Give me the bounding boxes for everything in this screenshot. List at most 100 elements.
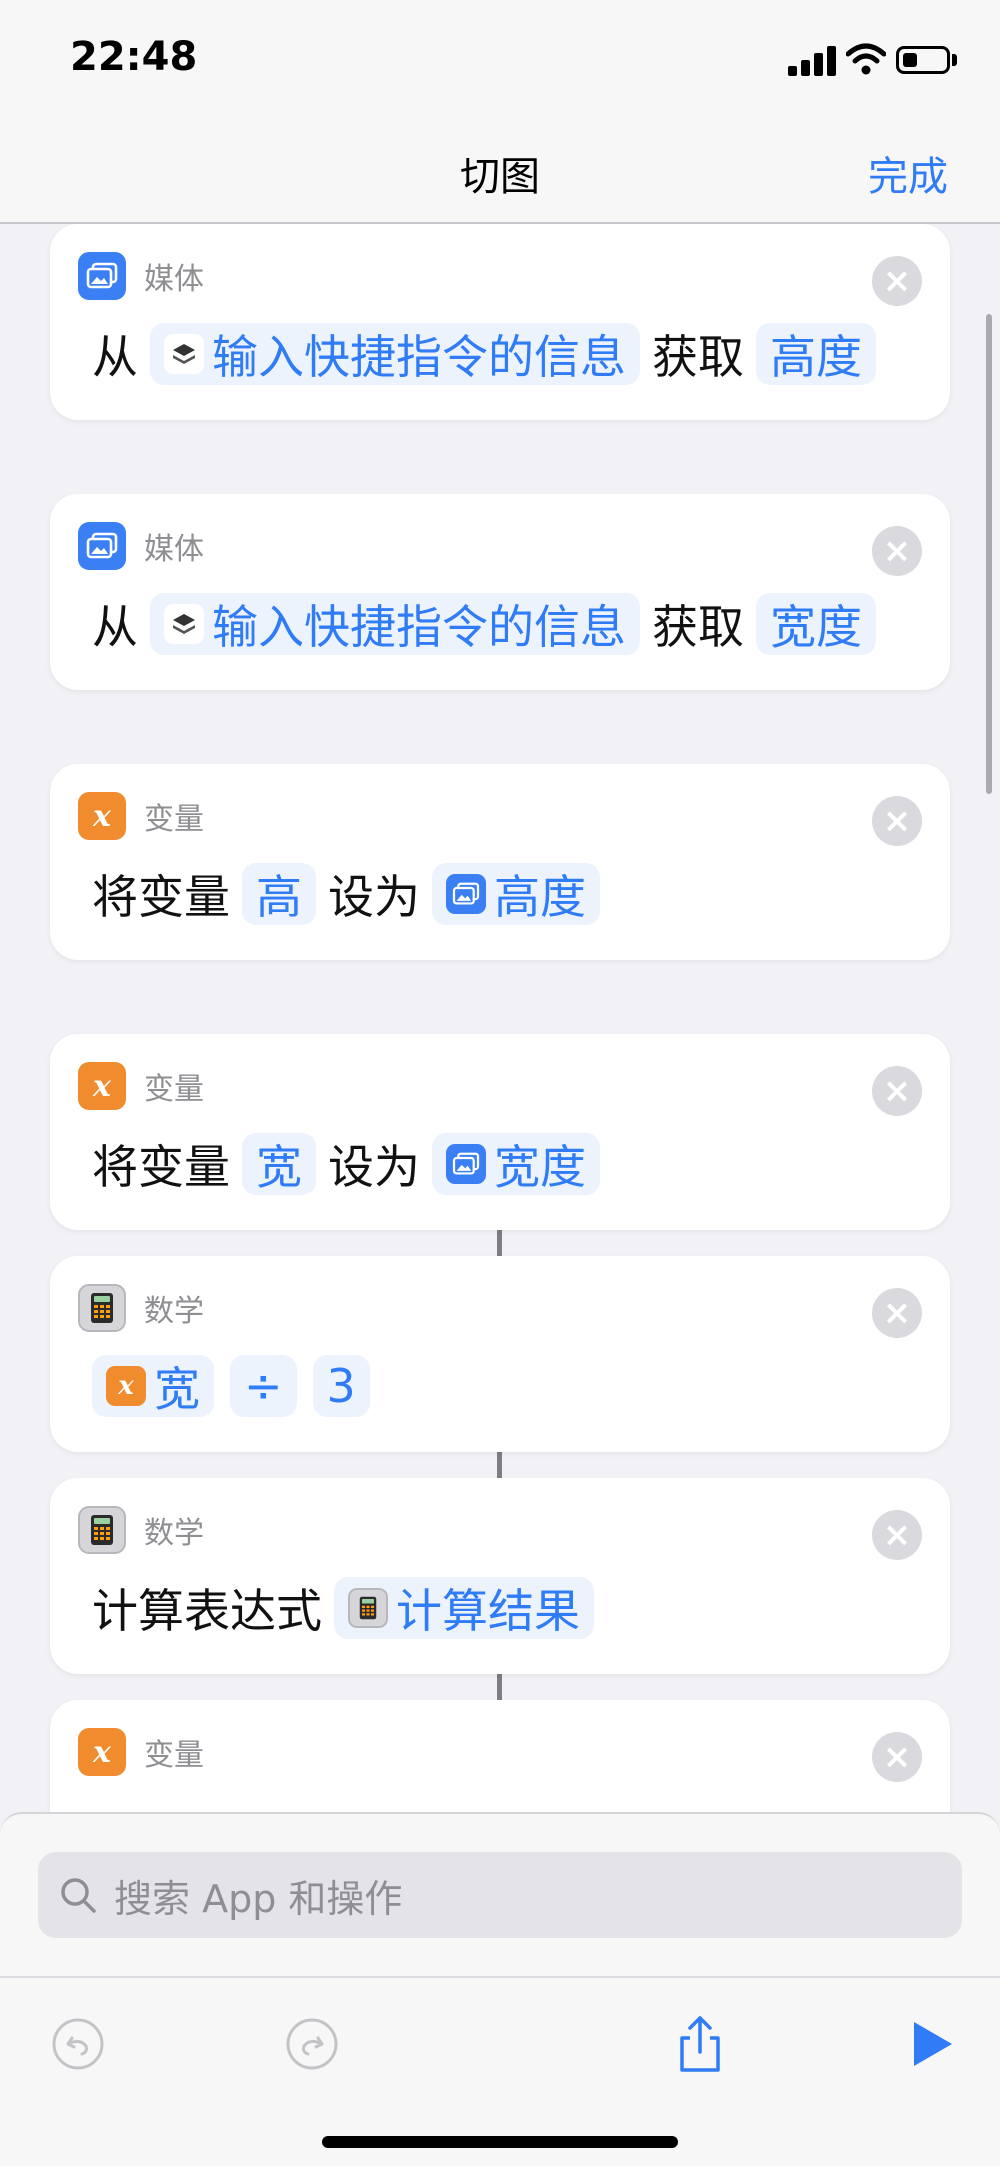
token-label: 宽	[154, 1362, 200, 1416]
variable-x-icon: x	[106, 1366, 146, 1406]
scrollbar[interactable]	[986, 314, 992, 794]
token-label: 计算结果	[396, 1584, 580, 1638]
card-header: 数学	[78, 1284, 204, 1332]
card-header: x 变量	[78, 1062, 204, 1110]
cellular-signal-icon	[788, 46, 836, 76]
close-icon[interactable]: ×	[872, 1732, 922, 1782]
page-title: 切图	[460, 154, 540, 200]
token-label: 输入快捷指令的信息	[212, 330, 626, 384]
property-token[interactable]: 宽度	[756, 593, 876, 655]
card-body: 将变量 高 设为 高度	[88, 860, 608, 928]
photo-icon	[446, 874, 486, 914]
variable-x-icon: x	[78, 1062, 126, 1110]
action-text: 将变量	[92, 870, 230, 924]
photo-icon	[78, 252, 126, 300]
action-text: 从	[92, 330, 138, 384]
variable-value-token[interactable]: 高度	[432, 863, 600, 925]
calculator-icon	[78, 1284, 126, 1332]
card-body: 从 输入快捷指令的信息 获取 宽度	[88, 590, 884, 658]
action-card-get-height[interactable]: 媒体 × 从 输入快捷指令的信息 获取 高度	[50, 224, 950, 420]
variable-value-token[interactable]: 宽度	[432, 1133, 600, 1195]
close-icon[interactable]: ×	[872, 256, 922, 306]
redo-icon	[286, 2018, 338, 2070]
search-icon	[61, 1878, 96, 1913]
card-body: 计算表达式 计算结果	[88, 1574, 602, 1642]
action-card-set-variable-height[interactable]: x 变量 × 将变量 高 设为 高度	[50, 764, 950, 960]
shortcut-input-token[interactable]: 输入快捷指令的信息	[150, 323, 640, 385]
close-icon[interactable]: ×	[872, 796, 922, 846]
home-indicator	[322, 2136, 678, 2148]
operand-token[interactable]: x 宽	[92, 1355, 214, 1417]
category-label: 变量	[144, 802, 204, 837]
shortcut-layers-icon	[164, 334, 204, 374]
token-label: 宽度	[494, 1140, 586, 1194]
calculator-icon	[348, 1588, 388, 1628]
share-button[interactable]	[670, 2014, 730, 2074]
close-icon[interactable]: ×	[872, 526, 922, 576]
card-header: 数学	[78, 1506, 204, 1554]
variable-x-icon: x	[78, 1728, 126, 1776]
action-text: 计算表达式	[92, 1584, 322, 1638]
close-icon[interactable]: ×	[872, 1510, 922, 1560]
action-text: 从	[92, 600, 138, 654]
category-label: 变量	[144, 1738, 204, 1773]
search-input[interactable]: 搜索 App 和操作	[38, 1852, 962, 1938]
shortcut-layers-icon	[164, 604, 204, 644]
battery-cap	[952, 54, 957, 66]
property-token[interactable]: 高度	[756, 323, 876, 385]
close-icon[interactable]: ×	[872, 1066, 922, 1116]
card-body: 从 输入快捷指令的信息 获取 高度	[88, 320, 884, 388]
action-text: 将变量	[92, 1140, 230, 1194]
action-card-get-width[interactable]: 媒体 × 从 输入快捷指令的信息 获取 宽度	[50, 494, 950, 690]
action-card-math-divide[interactable]: 数学 × x 宽 ÷ 3	[50, 1256, 950, 1452]
wifi-icon	[846, 43, 886, 75]
play-icon	[914, 2022, 952, 2066]
photo-icon	[446, 1144, 486, 1184]
run-button[interactable]	[902, 2014, 962, 2074]
action-text: 设为	[328, 870, 420, 924]
nav-bar: 切图 完成	[0, 120, 1000, 224]
card-header: 媒体	[78, 252, 204, 300]
status-bar: 22:48	[0, 0, 1000, 120]
operator-token[interactable]: ÷	[230, 1355, 297, 1417]
category-label: 媒体	[144, 262, 204, 297]
category-label: 媒体	[144, 532, 204, 567]
redo-button[interactable]	[282, 2014, 342, 2074]
action-text: 获取	[652, 330, 744, 384]
share-icon	[680, 2016, 720, 2072]
action-card-set-variable-width[interactable]: x 变量 × 将变量 宽 设为 宽度	[50, 1034, 950, 1230]
undo-icon	[52, 2018, 104, 2070]
shortcut-input-token[interactable]: 输入快捷指令的信息	[150, 593, 640, 655]
connector-line	[497, 1230, 502, 1256]
card-header: 媒体	[78, 522, 204, 570]
token-label: 输入快捷指令的信息	[212, 600, 626, 654]
toolbar-divider	[0, 1976, 1000, 1978]
battery-icon	[896, 46, 950, 74]
action-text: 设为	[328, 1140, 420, 1194]
connector-line	[497, 1452, 502, 1478]
category-label: 数学	[144, 1294, 204, 1329]
card-body: 将变量 宽 设为 宽度	[88, 1130, 608, 1198]
variable-name-token[interactable]: 高	[242, 863, 316, 925]
variable-x-icon: x	[78, 792, 126, 840]
status-time: 22:48	[70, 34, 198, 80]
done-button[interactable]: 完成	[868, 144, 948, 202]
photo-icon	[78, 522, 126, 570]
action-card-calculate-expression[interactable]: 数学 × 计算表达式 计算结果	[50, 1478, 950, 1674]
variable-name-token[interactable]: 宽	[242, 1133, 316, 1195]
category-label: 数学	[144, 1516, 204, 1551]
card-header: x 变量	[78, 792, 204, 840]
calc-result-token[interactable]: 计算结果	[334, 1577, 594, 1639]
card-header: x 变量	[78, 1728, 204, 1776]
number-token[interactable]: 3	[312, 1355, 370, 1417]
category-label: 变量	[144, 1072, 204, 1107]
undo-button[interactable]	[48, 2014, 108, 2074]
action-list[interactable]: 媒体 × 从 输入快捷指令的信息 获取 高度 媒体 × 从 输入快捷指令的信息 …	[0, 224, 1000, 1812]
connector-line	[497, 1674, 502, 1700]
calculator-icon	[78, 1506, 126, 1554]
action-card-variable-partial[interactable]: x 变量 ×	[50, 1700, 950, 1812]
close-icon[interactable]: ×	[872, 1288, 922, 1338]
card-body: x 宽 ÷ 3	[88, 1352, 378, 1420]
search-placeholder: 搜索 App 和操作	[114, 1876, 403, 1921]
action-search-panel: 搜索 App 和操作	[0, 1812, 1000, 2166]
